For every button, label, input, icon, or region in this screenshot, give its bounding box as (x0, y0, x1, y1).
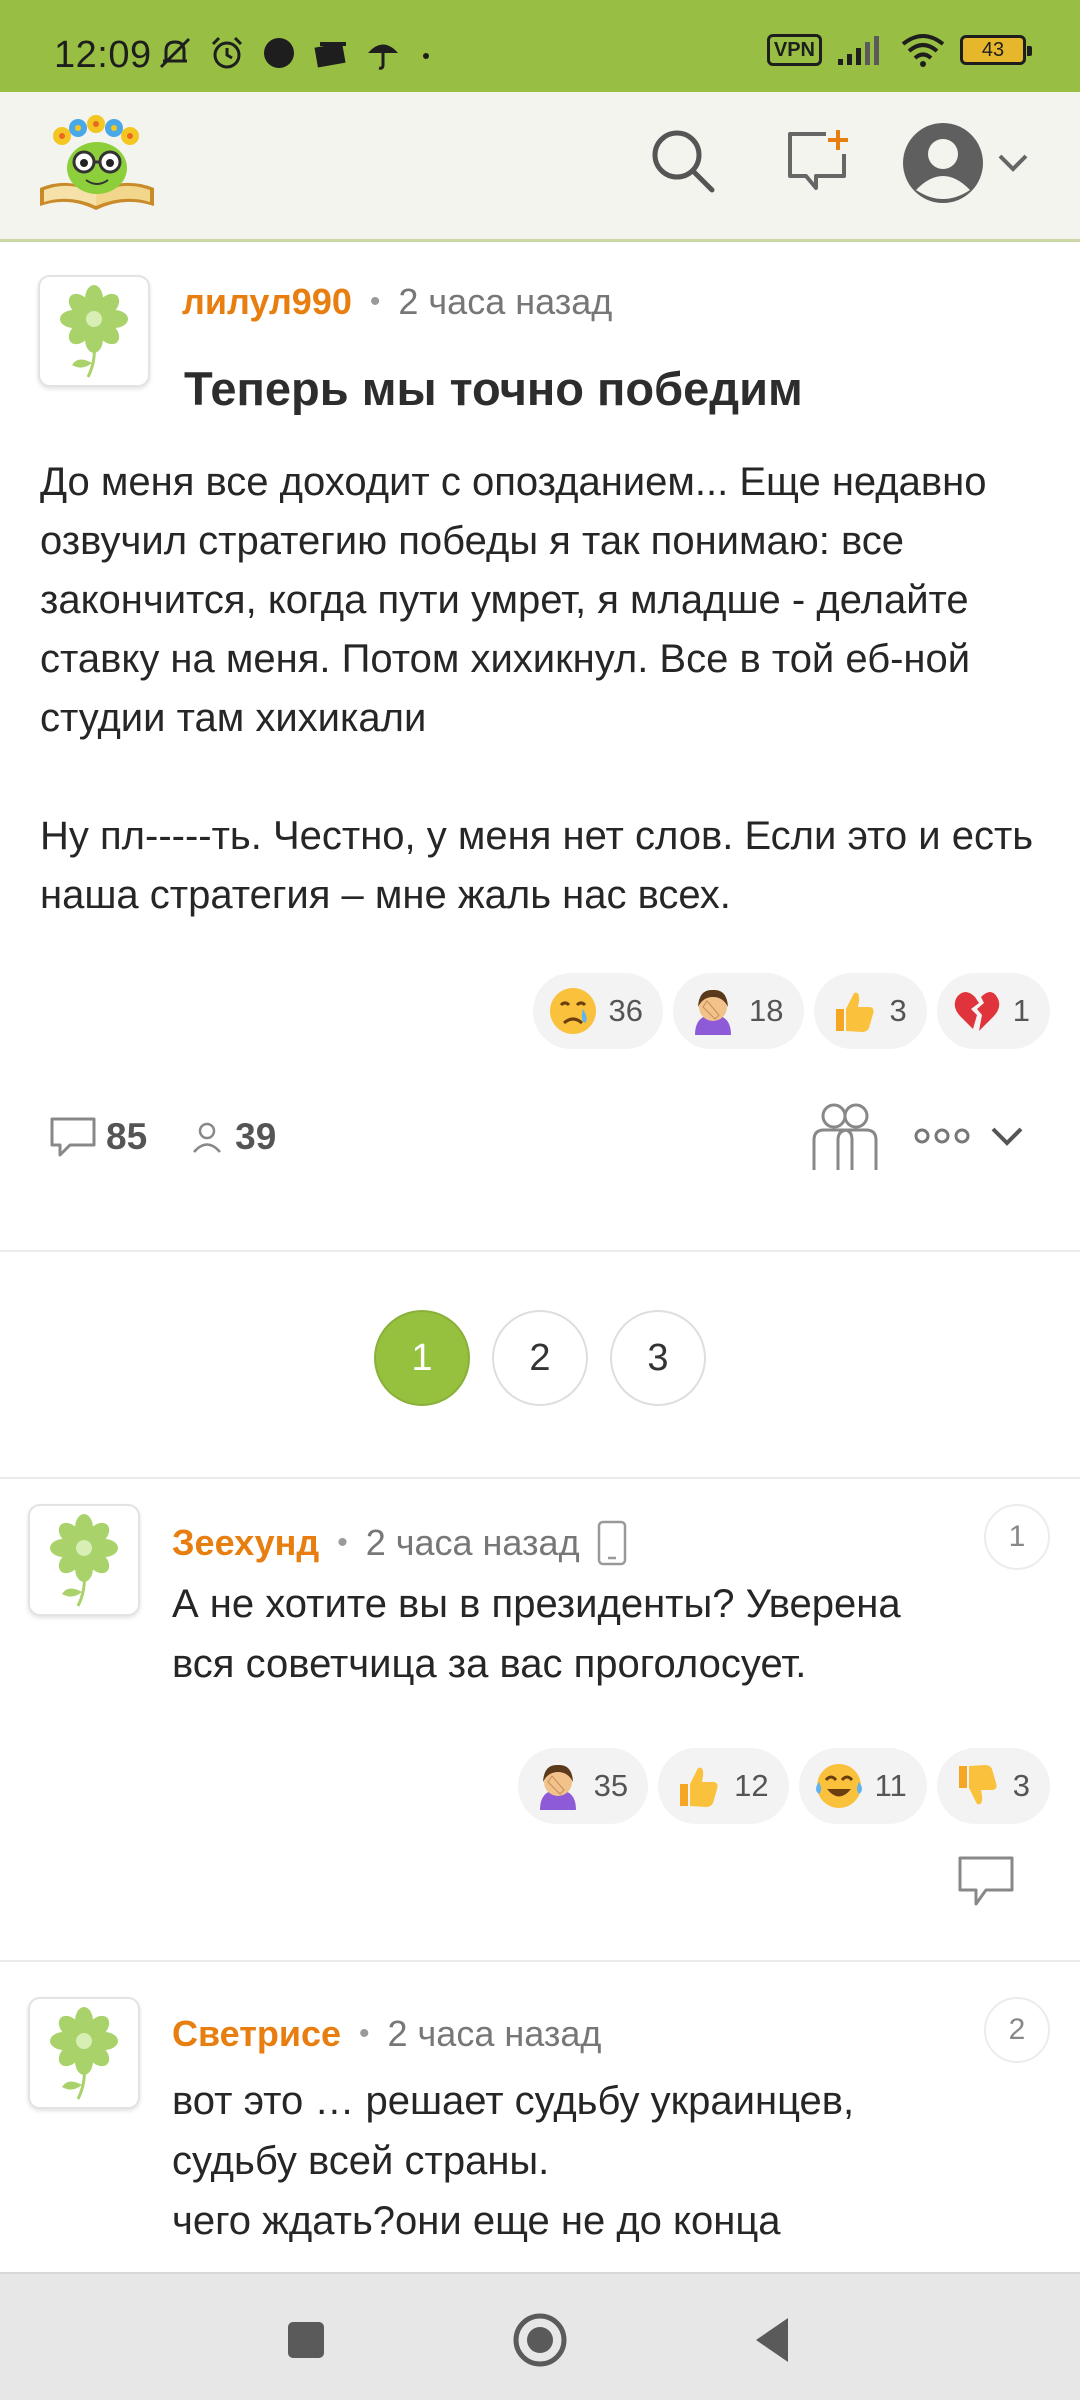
post-paragraph: Ну пл-----ть. Честно, у меня нет слов. Е… (40, 814, 1034, 917)
thumbs-up-icon (828, 985, 880, 1037)
comment-line: чего ждать?они еще не до конца (172, 2199, 781, 2243)
comment-reactions: 35 12 11 3 (517, 1748, 1050, 1824)
crying-face-icon (547, 985, 599, 1037)
avatar[interactable] (28, 1504, 140, 1616)
separator: • (369, 285, 381, 318)
search-icon[interactable] (648, 126, 718, 196)
reaction-count: 36 (608, 993, 644, 1028)
comment-line: судьбу всей страны. (172, 2139, 550, 2183)
logo[interactable] (34, 110, 160, 218)
comment-number[interactable]: 1 (984, 1504, 1050, 1570)
broken-heart-icon (951, 985, 1003, 1037)
comment: Зеехунд • 2 часа назад 1 А не хотите вы … (0, 1490, 1080, 1960)
reaction-tears-of-joy[interactable]: 11 (798, 1748, 927, 1824)
post-body: До меня все доходит с опозданием... Еще … (40, 453, 1050, 925)
status-bar: 12:09 VPN 43 (0, 0, 1080, 92)
post-title[interactable]: Теперь мы точно победим (184, 361, 803, 416)
thumbs-up-icon (672, 1760, 724, 1812)
wifi-icon (901, 34, 945, 67)
comment: Светрисе • 2 часа назад 2 вот это … реша… (0, 1975, 1080, 2272)
followers-count[interactable]: 39 (235, 1116, 276, 1158)
timestamp: 2 часа назад (365, 1522, 580, 1563)
divider (0, 1477, 1080, 1479)
comment-meta: Зеехунд • 2 часа назад (172, 1520, 630, 1566)
recents-button[interactable] (276, 2310, 336, 2370)
vpn-badge: VPN (766, 34, 822, 66)
post-meta: лилул990 • 2 часа назад (182, 281, 612, 323)
comment-line: вот это … решает судьбу украинцев, (172, 2079, 855, 2123)
avatar[interactable] (28, 1997, 140, 2109)
reaction-thumbs-up[interactable]: 12 (658, 1748, 789, 1824)
reaction-count: 35 (593, 1768, 629, 1803)
battery-indicator: 43 (960, 35, 1032, 65)
signal-icon (838, 36, 879, 65)
card-icon (312, 34, 350, 72)
reaction-count: 3 (889, 993, 907, 1028)
timestamp: 2 часа назад (387, 2013, 602, 2054)
chevron-down-icon[interactable] (988, 1117, 1026, 1155)
separator: • (359, 2017, 370, 2050)
separator: • (337, 1526, 348, 1559)
thumbs-down-icon (951, 1760, 1003, 1812)
person-icon (193, 1122, 222, 1153)
comment-meta: Светрисе • 2 часа назад (172, 2013, 601, 2055)
divider (0, 1250, 1080, 1252)
reaction-count: 11 (874, 1768, 907, 1803)
mute-bell-icon (156, 34, 194, 72)
author-name[interactable]: Зеехунд (172, 1522, 319, 1564)
mobile-icon (597, 1520, 626, 1566)
dot-icon (416, 34, 436, 72)
circle-icon (260, 34, 298, 72)
author-name[interactable]: Светрисе (172, 2013, 341, 2055)
reaction-facepalm[interactable]: 18 (673, 973, 804, 1049)
timestamp: 2 часа назад (398, 281, 613, 322)
app-header (0, 92, 1080, 242)
home-button[interactable] (510, 2310, 570, 2370)
chevron-down-icon[interactable] (994, 144, 1032, 182)
page-button-1[interactable]: 1 (374, 1310, 470, 1406)
user-avatar-icon[interactable] (900, 120, 986, 206)
reaction-broken-heart[interactable]: 1 (936, 973, 1050, 1049)
umbrella-icon (364, 34, 402, 72)
comment-line: вся советчица за вас проголосует. (172, 1642, 807, 1686)
comments-count[interactable]: 85 (106, 1116, 147, 1158)
clock: 12:09 (54, 34, 152, 76)
comment-line: А не хотите вы в президенты? Уверена (172, 1582, 901, 1626)
new-message-icon[interactable] (782, 126, 852, 196)
divider (0, 1960, 1080, 1962)
back-button[interactable] (744, 2310, 804, 2370)
system-nav-bar (0, 2272, 1080, 2400)
reaction-count: 18 (749, 993, 784, 1028)
author-name[interactable]: лилул990 (182, 281, 352, 323)
avatar[interactable] (38, 275, 150, 387)
status-icons (156, 34, 436, 72)
reaction-count: 12 (734, 1768, 769, 1803)
page-button-2[interactable]: 2 (492, 1310, 588, 1406)
reaction-count: 1 (1012, 993, 1030, 1028)
comment-number[interactable]: 2 (984, 1997, 1050, 2063)
reaction-thumbs-up[interactable]: 3 (813, 973, 927, 1049)
status-right: VPN 43 (766, 32, 1032, 68)
reaction-crying[interactable]: 36 (532, 973, 664, 1049)
group-icon[interactable] (808, 1100, 882, 1174)
pagination: 1 2 3 (0, 1310, 1080, 1406)
comment-icon[interactable] (48, 1113, 98, 1161)
post-stats: 85 39 (48, 1113, 276, 1161)
facepalm-icon (532, 1760, 584, 1812)
post-reactions: 36 18 3 1 (532, 973, 1050, 1049)
comment-text: вот это … решает судьбу украинцев, судьб… (172, 2071, 1052, 2251)
reaction-facepalm[interactable]: 35 (517, 1748, 649, 1824)
facepalm-icon (687, 985, 739, 1037)
reaction-thumbs-down[interactable]: 3 (936, 1748, 1050, 1824)
reply-icon[interactable] (956, 1854, 1016, 1910)
more-options-icon[interactable] (914, 1121, 970, 1151)
tears-of-joy-icon (813, 1760, 865, 1812)
comment-text: А не хотите вы в президенты? Уверена вся… (172, 1574, 1052, 1694)
post-paragraph: До меня все доходит с опозданием... Еще … (40, 460, 987, 740)
reaction-count: 3 (1012, 1768, 1030, 1803)
page-button-3[interactable]: 3 (610, 1310, 706, 1406)
alarm-icon (208, 34, 246, 72)
